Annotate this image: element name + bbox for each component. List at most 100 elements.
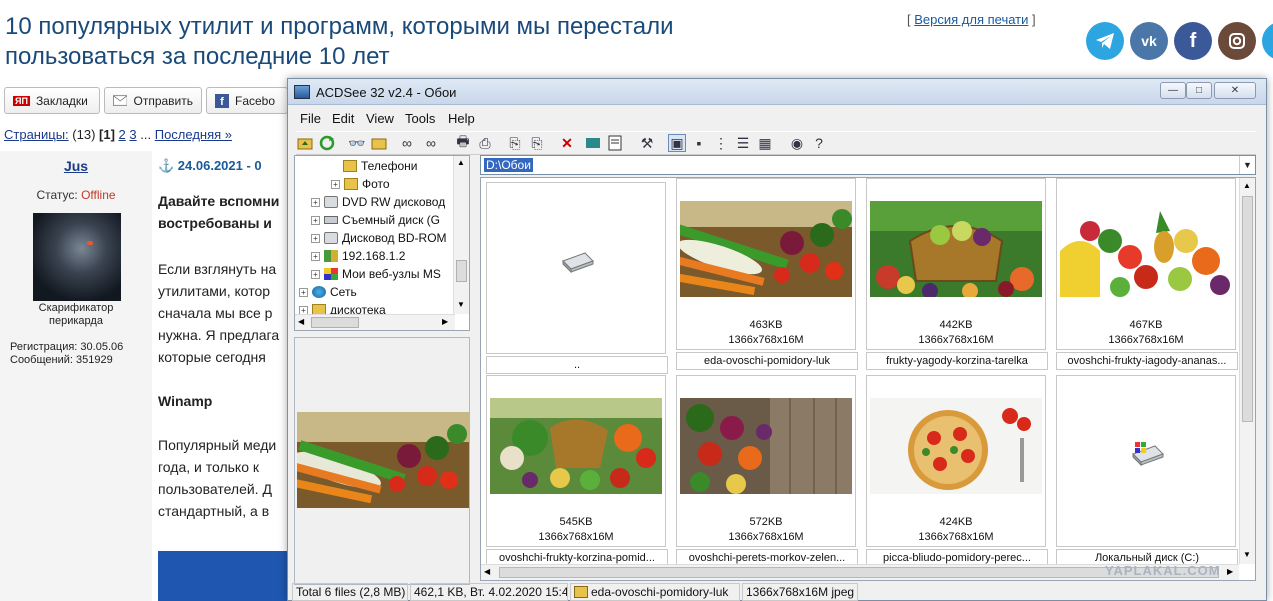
delete-icon[interactable]: ✕: [558, 134, 576, 152]
folder-browse-icon[interactable]: [370, 134, 388, 152]
printer-setup-icon[interactable]: ⎙: [476, 134, 494, 152]
envelope-icon: [113, 95, 128, 106]
send-button[interactable]: Отправить: [104, 87, 202, 114]
preview-pane: [294, 337, 470, 585]
expand-icon[interactable]: +: [299, 287, 308, 297]
tools-icon[interactable]: ⚒: [638, 134, 656, 152]
scroll-left-icon[interactable]: ◀: [484, 567, 490, 576]
expand-icon[interactable]: +: [331, 179, 340, 189]
folder-tree[interactable]: Телефони + Фото + DVD RW дисковод + Съемный…: [294, 155, 470, 331]
tree-item[interactable]: Телефони: [343, 157, 417, 175]
facebook-icon[interactable]: f: [1174, 22, 1212, 60]
web-folders-icon: [324, 268, 338, 280]
slideshow-icon[interactable]: ∞: [398, 134, 416, 152]
scroll-right-icon[interactable]: ▶: [1227, 567, 1233, 576]
thumbnail-item[interactable]: 545KB 1366x768x16M ovoshchi-frukty-korzi…: [486, 375, 668, 567]
expand-icon[interactable]: +: [311, 269, 320, 279]
network-share-icon: [324, 250, 338, 262]
telegram-icon[interactable]: [1086, 22, 1124, 60]
print-version-link[interactable]: [ Версия для печати ]: [907, 12, 1036, 27]
grid-vertical-scrollbar[interactable]: ▲ ▼: [1239, 178, 1255, 564]
small-icons-view-icon[interactable]: ⋮: [712, 134, 730, 152]
menu-help[interactable]: Help: [448, 111, 475, 126]
slideshow-repeat-icon[interactable]: ∞: [422, 134, 440, 152]
thumbnail-item[interactable]: 442KB 1366x768x16M frukty-yagody-korzina…: [866, 178, 1048, 370]
watermark: YAPLAKAL.COM: [1105, 563, 1221, 578]
parent-folder-drive-icon: [562, 252, 594, 273]
thumbnail-item[interactable]: 467KB 1366x768x16M ovoshchi-frukty-iagod…: [1056, 178, 1238, 370]
page-3-link[interactable]: 3: [129, 127, 136, 142]
scrollbar-thumb[interactable]: [1242, 196, 1253, 422]
avatar[interactable]: [33, 213, 121, 301]
eye-icon[interactable]: ◉: [788, 134, 806, 152]
page-2-link[interactable]: 2: [119, 127, 126, 142]
tree-item[interactable]: + Мои веб-узлы MS: [311, 265, 441, 283]
thumbnail-item[interactable]: 424KB 1366x768x16M picca-bliudo-pomidory…: [866, 375, 1048, 567]
screen: 10 популярных утилит и программ, которым…: [0, 0, 1273, 601]
tree-item[interactable]: +192.168.1.2: [311, 247, 405, 265]
tree-item[interactable]: + DVD RW дисковод: [311, 193, 445, 211]
chevron-down-icon[interactable]: ▼: [1239, 156, 1255, 174]
thumbnail-item[interactable]: 572KB 1366x768x16M ovoshchi-perets-morko…: [676, 375, 858, 567]
author-name[interactable]: Jus: [0, 158, 152, 174]
thumbnail-item[interactable]: ..: [486, 182, 668, 374]
tree-horizontal-scrollbar[interactable]: ◀ ▶: [295, 314, 455, 330]
instagram-icon[interactable]: [1218, 22, 1256, 60]
minimize-button[interactable]: —: [1160, 82, 1186, 99]
up-folder-icon[interactable]: [296, 134, 314, 152]
print-icon[interactable]: 🖶: [454, 133, 472, 152]
expand-icon[interactable]: +: [311, 215, 320, 225]
rename-icon[interactable]: [584, 134, 602, 152]
last-page-link[interactable]: Последняя »: [155, 127, 232, 142]
menu-tools[interactable]: Tools: [405, 111, 435, 126]
bd-drive-icon: [324, 232, 338, 244]
scroll-right-icon[interactable]: ▶: [442, 317, 448, 326]
thumbnail-item[interactable]: 463KB 1366x768x16M eda-ovoschi-pomidory-…: [676, 178, 858, 370]
vk-icon[interactable]: vk: [1130, 22, 1168, 60]
title-bar[interactable]: ACDSee 32 v2.4 - Обои — □ ✕: [288, 79, 1266, 105]
scroll-down-icon[interactable]: ▼: [1243, 550, 1251, 559]
tree-vertical-scrollbar[interactable]: ▲ ▼: [453, 156, 469, 314]
menu-file[interactable]: File: [300, 111, 321, 126]
maximize-button[interactable]: □: [1186, 82, 1212, 99]
paste-icon[interactable]: ⎘: [528, 134, 546, 152]
thumbnail-view-icon[interactable]: ▣: [668, 134, 686, 152]
scroll-up-icon[interactable]: ▲: [1243, 181, 1251, 190]
scroll-left-icon[interactable]: ◀: [298, 317, 304, 326]
thumbnail-name: eda-ovoschi-pomidory-luk: [676, 352, 858, 370]
refresh-icon[interactable]: [318, 134, 336, 152]
help-icon[interactable]: ?: [810, 134, 828, 152]
thumbnail-grid: .. 463KB 1366x768x16M eda-ovoschi-pomido…: [480, 177, 1256, 581]
find-icon[interactable]: 👓: [348, 134, 366, 152]
properties-icon[interactable]: [606, 134, 624, 152]
scrollbar-thumb[interactable]: [311, 317, 359, 328]
tree-item[interactable]: + Дисковод BD-ROM: [311, 229, 447, 247]
tree-item[interactable]: + Съемный диск (G: [311, 211, 440, 229]
tree-item[interactable]: + Фото: [331, 175, 390, 193]
scroll-up-icon[interactable]: ▲: [457, 158, 465, 167]
list-view-icon[interactable]: ☰: [734, 134, 752, 152]
expand-icon[interactable]: +: [311, 197, 320, 207]
pages-label[interactable]: Страницы:: [4, 127, 69, 142]
close-button[interactable]: ✕: [1214, 82, 1256, 99]
expand-icon[interactable]: +: [311, 251, 320, 261]
scroll-down-icon[interactable]: ▼: [457, 300, 465, 309]
window-title: ACDSee 32 v2.4 - Обои: [316, 85, 457, 100]
post-image: [158, 551, 288, 601]
current-page: [1]: [99, 127, 115, 142]
scrollbar-thumb[interactable]: [456, 260, 467, 282]
facebook-share-button[interactable]: f Facebo: [206, 87, 288, 114]
expand-icon[interactable]: +: [311, 233, 320, 243]
tree-item[interactable]: + Сеть: [299, 283, 357, 301]
details-view-icon[interactable]: ▦: [756, 134, 774, 152]
menu-edit[interactable]: Edit: [332, 111, 354, 126]
menu-view[interactable]: View: [366, 111, 394, 126]
copy-icon[interactable]: ⎘: [506, 134, 524, 152]
path-combobox[interactable]: D:\Обои ▼: [480, 155, 1256, 175]
share-icon[interactable]: [1262, 22, 1273, 60]
large-icons-view-icon[interactable]: ▪: [690, 134, 708, 152]
path-text[interactable]: D:\Обои: [484, 158, 533, 172]
thumbnail-image: [870, 398, 1042, 494]
bookmarks-button[interactable]: ЯП Закладки: [4, 87, 100, 114]
thumbnail-item[interactable]: Локальный диск (C:): [1056, 375, 1238, 567]
